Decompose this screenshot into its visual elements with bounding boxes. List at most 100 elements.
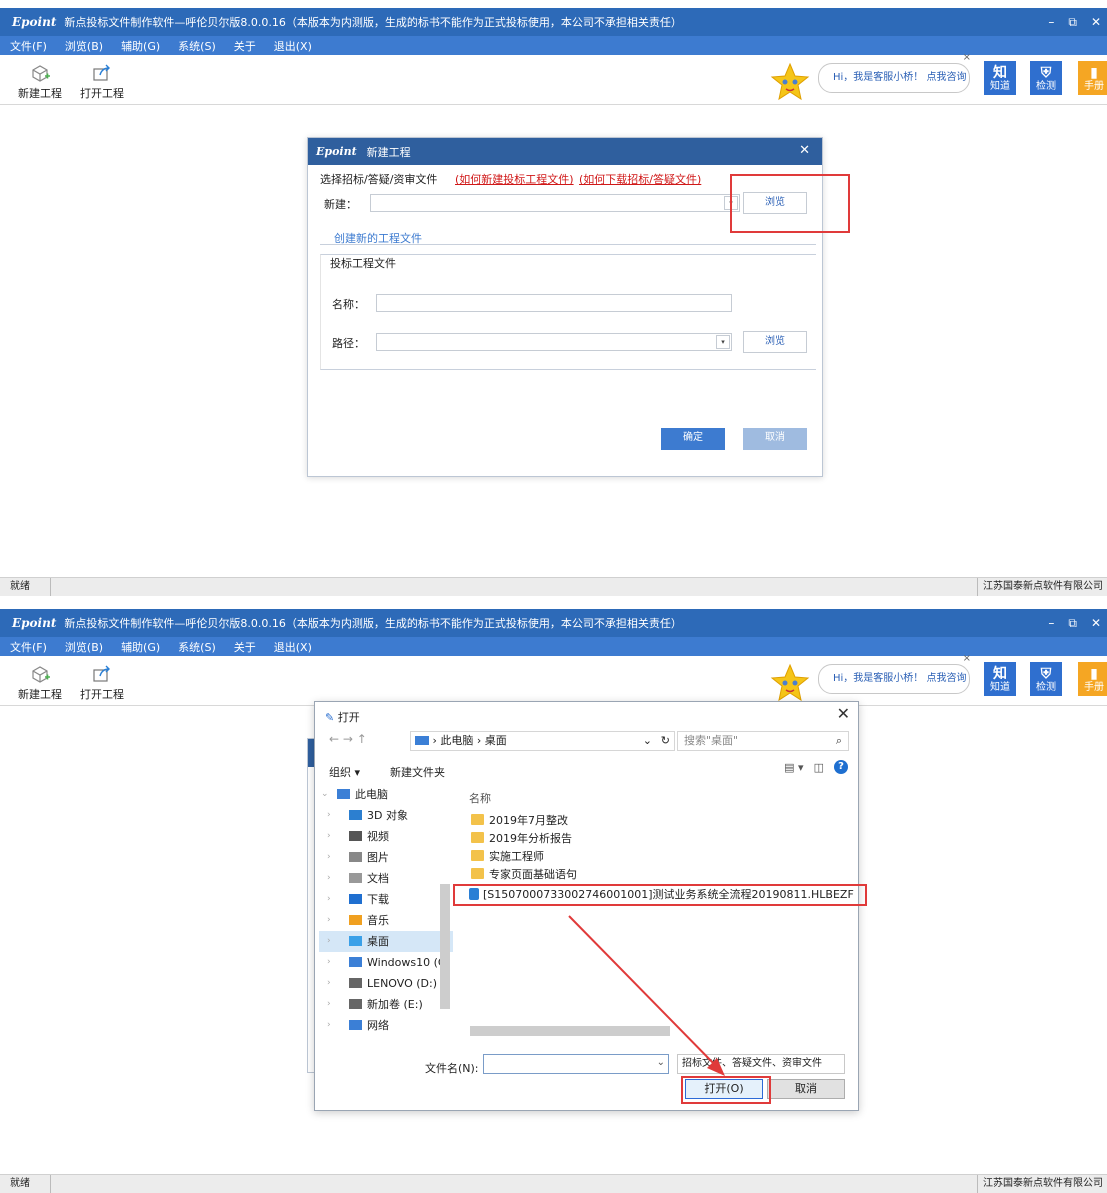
- menu-assist[interactable]: 辅助(G): [121, 639, 160, 655]
- address-bar[interactable]: › 此电脑 › 桌面 ⌄ ↻: [410, 731, 675, 751]
- new-folder-button[interactable]: 新建文件夹: [390, 764, 445, 780]
- expand-chevron-icon[interactable]: ›: [327, 868, 331, 889]
- manual-button[interactable]: ▮ 手册: [1078, 61, 1107, 95]
- chevron-down-icon[interactable]: ▾: [716, 335, 730, 349]
- expand-chevron-icon[interactable]: ›: [327, 952, 331, 973]
- restore-icon[interactable]: ⧉: [1068, 15, 1077, 30]
- assistant-mascot-icon[interactable]: [770, 663, 810, 703]
- view-options-icon[interactable]: ▤ ▾: [784, 761, 803, 774]
- open-project-button[interactable]: 打开工程: [80, 64, 124, 101]
- preview-pane-icon[interactable]: ◫: [814, 761, 824, 774]
- tree-item[interactable]: › 3D 对象: [319, 805, 453, 826]
- menu-system[interactable]: 系统(S): [178, 38, 216, 54]
- bubble-close-icon[interactable]: ×: [963, 53, 971, 63]
- menu-exit[interactable]: 退出(X): [274, 38, 312, 54]
- new-file-field[interactable]: ▾: [370, 194, 740, 212]
- menu-file[interactable]: 文件(F): [10, 38, 47, 54]
- tree-item[interactable]: › 视频: [319, 826, 453, 847]
- list-item[interactable]: 2019年分析报告: [471, 830, 572, 847]
- menu-assist[interactable]: 辅助(G): [121, 38, 160, 54]
- assistant-greeting: Hi，我是客服小桥！: [833, 72, 924, 83]
- assistant-mascot-icon[interactable]: [770, 62, 810, 102]
- bubble-close-icon[interactable]: ×: [963, 654, 971, 664]
- nav-arrows-icon[interactable]: ← → ↑: [329, 732, 367, 746]
- name-input[interactable]: [376, 294, 732, 312]
- tree-item[interactable]: › 网络: [319, 1015, 453, 1034]
- close-icon[interactable]: ✕: [1091, 15, 1101, 29]
- refresh-icon[interactable]: ↻: [661, 732, 670, 750]
- expand-chevron-icon[interactable]: ›: [327, 994, 331, 1015]
- restore-icon[interactable]: ⧉: [1068, 616, 1077, 631]
- assistant-consult[interactable]: 点我咨询: [927, 72, 967, 83]
- expand-chevron-icon[interactable]: ›: [327, 910, 331, 931]
- menu-about[interactable]: 关于: [234, 639, 256, 655]
- tree-item[interactable]: › LENOVO (D:): [319, 973, 453, 994]
- breadcrumb[interactable]: › 此电脑 › 桌面: [433, 734, 507, 747]
- tree-item[interactable]: › 音乐: [319, 910, 453, 931]
- help-icon[interactable]: ?: [834, 760, 848, 774]
- check-button[interactable]: ⛨ 检测: [1030, 61, 1062, 95]
- shield-icon: ⛨: [1040, 666, 1052, 682]
- zhidao-button[interactable]: 知知道: [984, 61, 1016, 95]
- check-label: 检测: [1036, 682, 1056, 693]
- menu-system[interactable]: 系统(S): [178, 639, 216, 655]
- zhidao-button[interactable]: 知知道: [984, 662, 1016, 696]
- expand-chevron-icon[interactable]: ›: [327, 847, 331, 868]
- organize-menu[interactable]: 组织 ▾: [329, 764, 360, 780]
- browse-button-2[interactable]: 浏览: [743, 331, 807, 353]
- minimize-icon[interactable]: –: [1048, 616, 1054, 630]
- expand-chevron-icon[interactable]: ›: [327, 931, 331, 952]
- assistant-bubble[interactable]: Hi，我是客服小桥！ 点我咨询 ×: [818, 654, 971, 694]
- tree-item-icon: [349, 915, 362, 925]
- assistant-bubble[interactable]: Hi，我是客服小桥！ 点我咨询 ×: [818, 53, 971, 93]
- menu-browse[interactable]: 浏览(B): [65, 38, 103, 54]
- expand-chevron-icon[interactable]: ⌄: [321, 784, 329, 805]
- menu-file[interactable]: 文件(F): [10, 639, 47, 655]
- dialog-close-icon[interactable]: ✕: [799, 143, 810, 158]
- list-item[interactable]: 实施工程师: [471, 848, 544, 865]
- expand-chevron-icon[interactable]: ›: [327, 1015, 331, 1034]
- expand-chevron-icon[interactable]: ›: [327, 805, 331, 826]
- highlight-file-box: [453, 884, 867, 906]
- ok-button[interactable]: 确定: [661, 428, 725, 450]
- folder-icon: [471, 814, 484, 825]
- howto-download-link[interactable]: (如何下载招标/答疑文件): [579, 171, 701, 187]
- tree-item[interactable]: › 下载: [319, 889, 453, 910]
- cancel-button[interactable]: 取消: [743, 428, 807, 450]
- menu-about[interactable]: 关于: [234, 38, 256, 54]
- menu-exit[interactable]: 退出(X): [274, 639, 312, 655]
- close-icon[interactable]: ✕: [1091, 616, 1101, 630]
- tree-item[interactable]: ⌄ 此电脑: [319, 784, 453, 805]
- search-box[interactable]: 搜索"桌面" ⌕: [677, 731, 849, 751]
- open-dialog-close-icon[interactable]: ✕: [837, 704, 850, 723]
- expand-chevron-icon[interactable]: ›: [327, 826, 331, 847]
- path-input[interactable]: ▾: [376, 333, 732, 351]
- tree-scrollbar[interactable]: [439, 784, 451, 1034]
- howto-create-link[interactable]: (如何新建投标工程文件): [455, 171, 574, 187]
- tree-item[interactable]: › 图片: [319, 847, 453, 868]
- new-project-button[interactable]: 新建工程: [18, 665, 62, 702]
- check-button[interactable]: ⛨ 检测: [1030, 662, 1062, 696]
- column-header-name[interactable]: 名称: [469, 790, 491, 806]
- new-project-button[interactable]: 新建工程: [18, 64, 62, 101]
- assistant-consult[interactable]: 点我咨询: [927, 673, 967, 684]
- tree-item[interactable]: › Windows10 (C:: [319, 952, 453, 973]
- tree-item[interactable]: › 文档: [319, 868, 453, 889]
- tree-item-icon: [349, 873, 362, 883]
- tree-item[interactable]: › 新加卷 (E:): [319, 994, 453, 1015]
- manual-button[interactable]: ▮ 手册: [1078, 662, 1107, 696]
- open-project-button[interactable]: 打开工程: [80, 665, 124, 702]
- tree-item[interactable]: › 桌面: [319, 931, 453, 952]
- open-project-icon: [93, 665, 110, 682]
- search-icon[interactable]: ⌕: [836, 732, 842, 750]
- dialog-title: 新建工程: [366, 145, 411, 159]
- expand-chevron-icon[interactable]: ›: [327, 889, 331, 910]
- minimize-icon[interactable]: –: [1048, 15, 1054, 29]
- list-item[interactable]: 2019年7月整改: [471, 812, 568, 829]
- address-dropdown-icon[interactable]: ⌄: [643, 732, 652, 750]
- menu-browse[interactable]: 浏览(B): [65, 639, 103, 655]
- screenshot-open-file: Epoint 新点投标文件制作软件—呼伦贝尔版8.0.0.16（本版本为内测版，…: [0, 597, 1107, 1193]
- list-item[interactable]: 专家页面基础语句: [471, 866, 577, 883]
- expand-chevron-icon[interactable]: ›: [327, 973, 331, 994]
- cancel-button[interactable]: 取消: [767, 1079, 845, 1099]
